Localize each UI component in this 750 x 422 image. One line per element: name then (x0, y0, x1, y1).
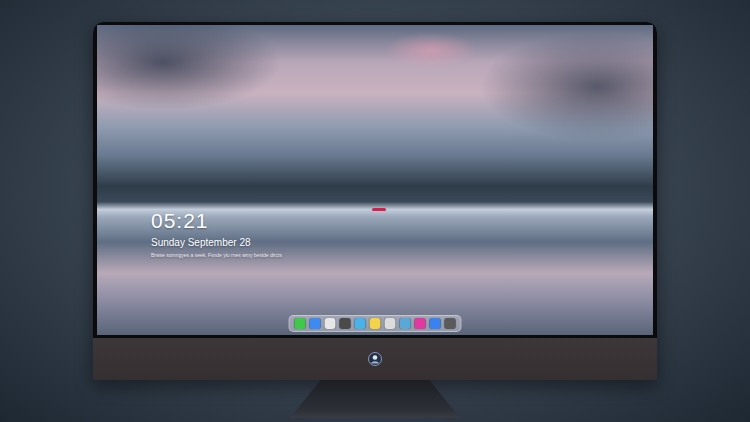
dock-app-icon[interactable] (295, 318, 306, 329)
monitor-chin (93, 338, 657, 380)
dock-app-icon[interactable] (325, 318, 336, 329)
dock-app-icon[interactable] (430, 318, 441, 329)
lock-screen-info: 05:21 Sunday September 28 Brwse somngyes a… (151, 209, 282, 259)
page: 05:21 Sunday September 28 Brwse somngyes a… (0, 0, 750, 422)
monitor-stand (290, 380, 460, 418)
bezel: 05:21 Sunday September 28 Brwse somngyes a… (93, 22, 657, 338)
dock-app-icon[interactable] (370, 318, 381, 329)
dock-app-icon[interactable] (445, 318, 456, 329)
clock: 05:21 (151, 209, 282, 233)
dock-app-icon[interactable] (355, 318, 366, 329)
note: Brwse somngyes a seek. Fsnde yiu rnes wm… (151, 252, 282, 259)
dock (289, 315, 462, 332)
dock-app-icon[interactable] (415, 318, 426, 329)
date: Sunday September 28 (151, 236, 282, 249)
dock-app-icon[interactable] (400, 318, 411, 329)
dock-app-icon[interactable] (310, 318, 321, 329)
dock-app-icon[interactable] (385, 318, 396, 329)
kayak (372, 208, 386, 211)
monitor: 05:21 Sunday September 28 Brwse somngyes a… (93, 22, 657, 380)
dock-app-icon[interactable] (340, 318, 351, 329)
wallpaper: 05:21 Sunday September 28 Brwse somngyes a… (97, 25, 653, 335)
stand-wrap (290, 380, 460, 418)
logo-icon (368, 352, 382, 366)
